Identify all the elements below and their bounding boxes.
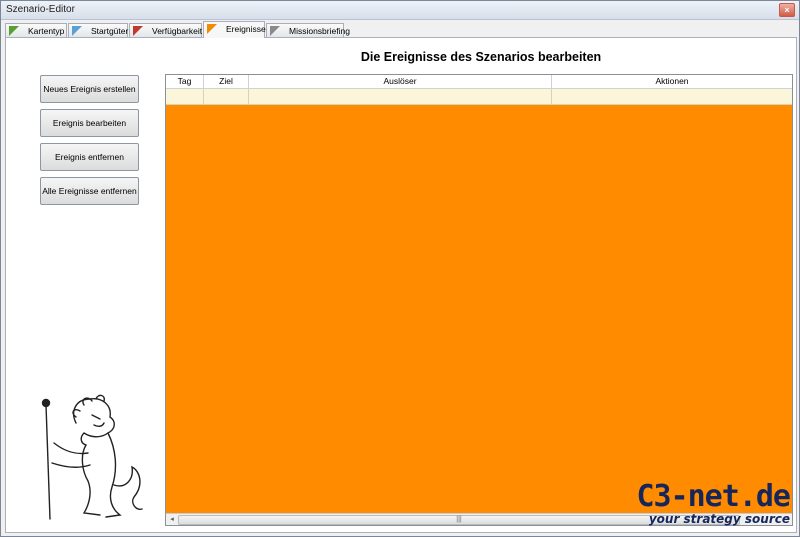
remove-all-events-button[interactable]: Alle Ereignisse entfernen <box>40 177 139 205</box>
table-header: Tag Ziel Auslöser Aktionen <box>166 75 792 89</box>
tab-strip: Kartentyp Startgüter Verfügbarkeit Ereig… <box>5 21 795 38</box>
watermark-name: C3-net.de <box>636 479 791 514</box>
table-cell[interactable] <box>552 89 792 104</box>
table-row[interactable] <box>166 89 792 105</box>
tab-label: Ereignisse <box>226 24 266 34</box>
tab-label: Missionsbriefing <box>289 26 350 36</box>
remove-event-button[interactable]: Ereignis entfernen <box>40 143 139 171</box>
flag-icon <box>9 26 19 36</box>
table-cell[interactable] <box>166 89 204 104</box>
column-header-tag[interactable]: Tag <box>166 75 204 88</box>
tab-label: Verfügbarkeit <box>152 26 203 36</box>
column-header-ziel[interactable]: Ziel <box>204 75 249 88</box>
tab-ereignisse[interactable]: Ereignisse <box>203 21 266 38</box>
flag-icon <box>72 26 82 36</box>
window-title: Szenario-Editor <box>6 4 75 15</box>
page-title: Die Ereignisse des Szenarios bearbeiten <box>360 50 602 64</box>
close-button[interactable]: × <box>779 3 795 17</box>
column-header-ausloeser[interactable]: Auslöser <box>249 75 552 88</box>
table-cell[interactable] <box>249 89 552 104</box>
scroll-left-arrow-icon[interactable]: ◂ <box>167 515 177 524</box>
tab-content-panel: Die Ereignisse des Szenarios bearbeiten … <box>5 37 797 533</box>
title-bar[interactable]: Szenario-Editor × <box>1 1 799 20</box>
flag-icon <box>207 24 217 34</box>
tab-startgueter[interactable]: Startgüter <box>68 23 128 37</box>
tab-label: Kartentyp <box>28 26 65 36</box>
lion-emblem-icon <box>41 394 143 520</box>
watermark-tagline: your strategy source <box>648 512 790 526</box>
table-cell[interactable] <box>204 89 249 104</box>
tab-kartentyp[interactable]: Kartentyp <box>5 23 67 37</box>
scenario-editor-window: Szenario-Editor × Kartentyp Startgüter V… <box>0 0 800 537</box>
tab-verfuegbarkeit[interactable]: Verfügbarkeit <box>129 23 202 37</box>
edit-event-button[interactable]: Ereignis bearbeiten <box>40 109 139 137</box>
new-event-button[interactable]: Neues Ereignis erstellen <box>40 75 139 103</box>
column-header-aktionen[interactable]: Aktionen <box>552 75 792 88</box>
watermark-logo: C3-net.de your strategy source <box>636 479 791 527</box>
tab-label: Startgüter <box>91 26 129 36</box>
flag-icon <box>270 26 280 36</box>
events-table[interactable]: Tag Ziel Auslöser Aktionen ◂ ||| <box>165 74 793 526</box>
tab-missionsbriefing[interactable]: Missionsbriefing <box>266 23 350 37</box>
flag-icon <box>133 26 143 36</box>
